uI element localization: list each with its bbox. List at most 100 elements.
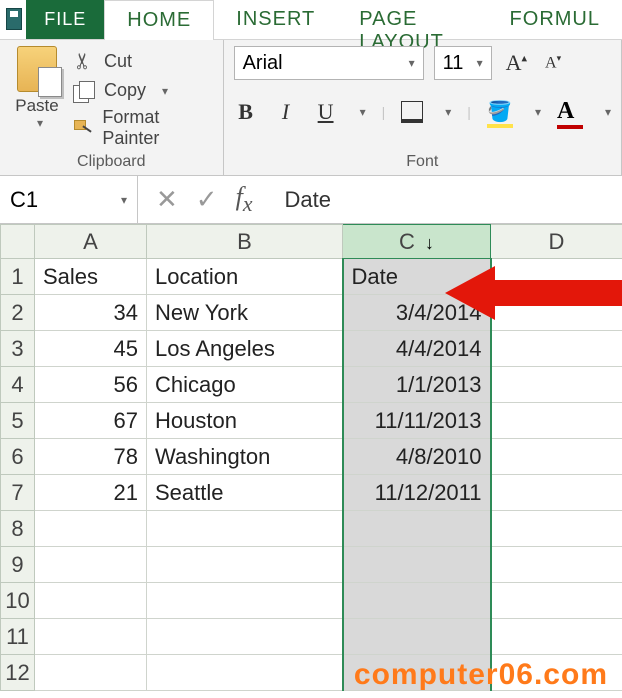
underline-button[interactable]: U (314, 99, 338, 125)
chevron-down-icon[interactable]: ▾ (360, 105, 366, 119)
fill-color-button[interactable]: 🪣 (487, 99, 513, 124)
cell[interactable] (491, 403, 622, 439)
row-header[interactable]: 1 (1, 259, 35, 295)
tab-file[interactable]: FILE (26, 0, 104, 39)
cell[interactable] (491, 547, 622, 583)
cell[interactable]: 3/4/2014 (343, 295, 491, 331)
select-all-corner[interactable] (1, 225, 35, 259)
worksheet[interactable]: A B C ↓ D 1 Sales Location Date 2 34 New… (0, 224, 622, 691)
cell[interactable] (491, 475, 622, 511)
cell[interactable]: 34 (35, 295, 147, 331)
row-header[interactable]: 11 (1, 619, 35, 655)
cell[interactable]: 11/12/2011 (343, 475, 491, 511)
cell[interactable]: Los Angeles (147, 331, 343, 367)
bold-button[interactable]: B (234, 99, 258, 125)
name-box[interactable]: C1 ▾ (0, 176, 138, 223)
cell[interactable]: 11/11/2013 (343, 403, 491, 439)
cell[interactable] (147, 583, 343, 619)
font-name-combo[interactable]: Arial ▾ (234, 46, 424, 80)
row-header[interactable]: 2 (1, 295, 35, 331)
row-header[interactable]: 9 (1, 547, 35, 583)
cell[interactable] (491, 583, 622, 619)
cell[interactable]: 1/1/2013 (343, 367, 491, 403)
tab-page-layout[interactable]: PAGE LAYOUT (337, 0, 487, 39)
cell[interactable] (147, 655, 343, 691)
cell[interactable]: Seattle (147, 475, 343, 511)
cell[interactable] (35, 547, 147, 583)
cell[interactable] (491, 367, 622, 403)
chevron-down-icon[interactable]: ▾ (477, 56, 483, 70)
column-header-B[interactable]: B (147, 225, 343, 259)
cell[interactable]: 56 (35, 367, 147, 403)
enter-icon[interactable]: ✓ (196, 184, 218, 215)
cell[interactable]: Location (147, 259, 343, 295)
chevron-down-icon[interactable]: ▾ (121, 193, 127, 207)
cell[interactable]: Chicago (147, 367, 343, 403)
cell[interactable] (343, 547, 491, 583)
cell[interactable]: Houston (147, 403, 343, 439)
cell[interactable] (491, 295, 622, 331)
cell[interactable]: 67 (35, 403, 147, 439)
cell[interactable]: New York (147, 295, 343, 331)
cell[interactable] (491, 511, 622, 547)
column-header-D[interactable]: D (491, 225, 622, 259)
chevron-down-icon[interactable]: ▾ (162, 84, 168, 98)
cell[interactable] (35, 655, 147, 691)
cell[interactable] (35, 511, 147, 547)
row-header[interactable]: 6 (1, 439, 35, 475)
cell[interactable] (491, 619, 622, 655)
cell[interactable]: 78 (35, 439, 147, 475)
font-size-combo[interactable]: 11 ▾ (434, 46, 492, 80)
format-painter-button[interactable]: Format Painter (72, 107, 213, 149)
cell[interactable]: 4/4/2014 (343, 331, 491, 367)
copy-button[interactable]: Copy ▾ (72, 80, 213, 101)
chevron-down-icon[interactable]: ▾ (409, 56, 415, 70)
increase-font-size-button[interactable]: A▴ (502, 50, 531, 76)
cell[interactable] (343, 511, 491, 547)
column-header-C[interactable]: C ↓ (343, 225, 491, 259)
cell[interactable]: 4/8/2010 (343, 439, 491, 475)
cell[interactable]: Washington (147, 439, 343, 475)
row-header[interactable]: 5 (1, 403, 35, 439)
tab-home[interactable]: HOME (104, 0, 214, 40)
chevron-down-icon[interactable]: ▾ (605, 105, 611, 119)
chevron-down-icon[interactable]: ▾ (535, 105, 541, 119)
font-color-button[interactable]: A (557, 98, 583, 125)
tab-insert[interactable]: INSERT (214, 0, 337, 39)
cell[interactable] (147, 547, 343, 583)
italic-button[interactable]: I (274, 99, 298, 125)
borders-button[interactable] (401, 101, 423, 123)
row-header[interactable]: 10 (1, 583, 35, 619)
chevron-down-icon[interactable]: ▾ (37, 116, 43, 130)
column-header-row: A B C ↓ D (1, 225, 622, 259)
chevron-down-icon[interactable]: ▾ (445, 105, 451, 119)
cell[interactable] (147, 619, 343, 655)
cell[interactable]: 21 (35, 475, 147, 511)
cell[interactable]: 45 (35, 331, 147, 367)
cell[interactable]: Date (343, 259, 491, 295)
cell[interactable] (147, 511, 343, 547)
row-header[interactable]: 7 (1, 475, 35, 511)
cell[interactable] (35, 583, 147, 619)
fx-icon[interactable]: fx (236, 182, 253, 217)
cut-button[interactable]: ✂ Cut (72, 48, 213, 74)
cell[interactable] (343, 619, 491, 655)
column-header-A[interactable]: A (35, 225, 147, 259)
font-size-value: 11 (443, 52, 464, 75)
paste-button[interactable]: Paste ▾ (10, 46, 64, 149)
cancel-icon[interactable]: ✕ (156, 184, 178, 215)
decrease-font-size-button[interactable]: A▾ (541, 53, 565, 72)
row-header[interactable]: 4 (1, 367, 35, 403)
cell[interactable] (491, 439, 622, 475)
formula-input[interactable]: Date (270, 187, 622, 213)
row-header[interactable]: 8 (1, 511, 35, 547)
tab-formulas[interactable]: FORMUL (488, 0, 622, 39)
cell[interactable] (491, 259, 622, 295)
save-icon[interactable] (6, 8, 22, 30)
cell[interactable] (491, 331, 622, 367)
row-header[interactable]: 3 (1, 331, 35, 367)
cell[interactable] (35, 619, 147, 655)
row-header[interactable]: 12 (1, 655, 35, 691)
cell[interactable] (343, 583, 491, 619)
cell[interactable]: Sales (35, 259, 147, 295)
